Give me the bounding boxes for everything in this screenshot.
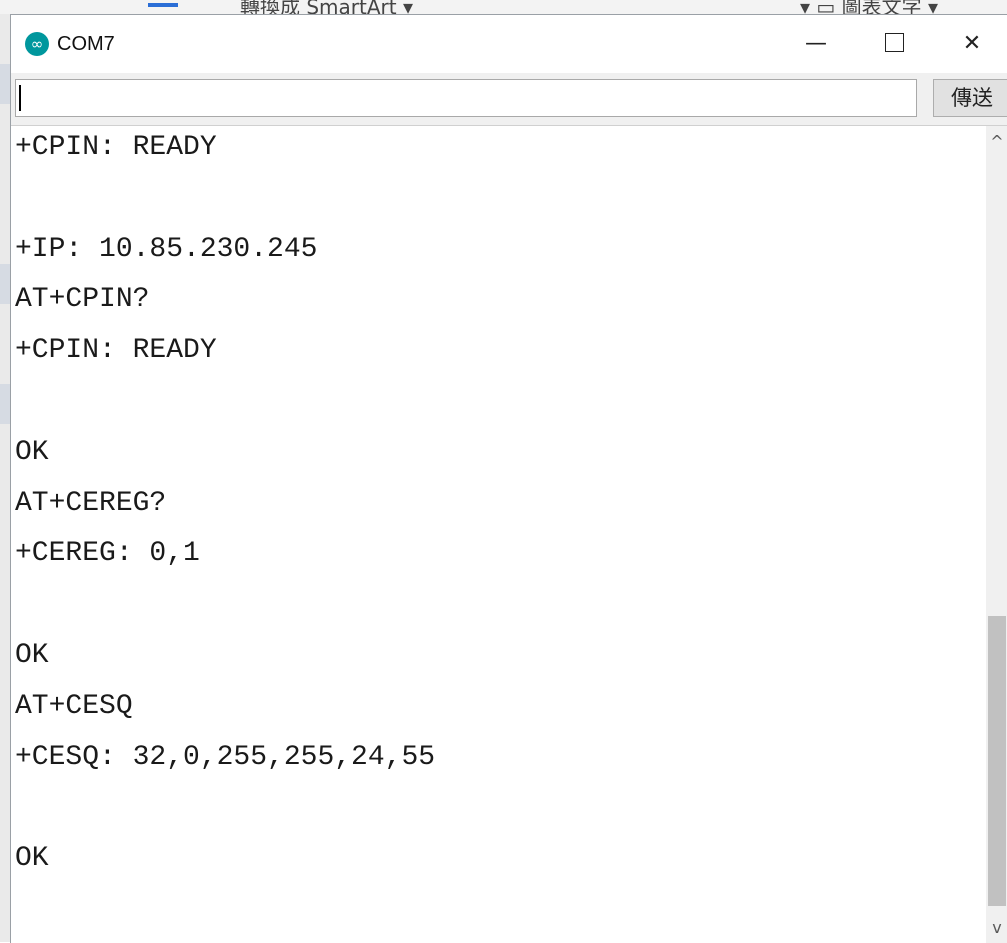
maximize-button[interactable] (855, 15, 933, 73)
minimize-button[interactable]: — (777, 15, 855, 73)
edge-stripe (0, 384, 10, 424)
title-bar[interactable]: ∞ COM7 — ✕ (11, 15, 1007, 73)
ribbon-smartart-label: 轉換成 SmartArt ▾ (240, 0, 413, 14)
output-line: AT+CPIN? (15, 284, 150, 316)
send-bar: 傳送 (11, 73, 1007, 126)
ribbon-selection-indicator (148, 3, 178, 7)
output-line: +CPIN: READY (15, 335, 217, 367)
vertical-scrollbar[interactable]: ^ v (986, 126, 1007, 943)
output-line: OK (15, 436, 49, 468)
serial-monitor-window: ∞ COM7 — ✕ 傳送 +CPIN: READY +IP: 10.85.230… (10, 14, 1007, 943)
close-button[interactable]: ✕ (933, 15, 1007, 73)
edge-stripe (0, 264, 10, 304)
output-line: OK (15, 843, 49, 875)
ribbon-chart-text-label: ▾ ▭ 圖表文字 ▾ (800, 0, 939, 14)
scrollbar-thumb[interactable] (988, 616, 1006, 906)
send-input[interactable] (15, 79, 917, 117)
output-line: +CPIN: READY (15, 132, 217, 163)
output-line: AT+CEREG? (15, 487, 167, 519)
maximize-icon (884, 32, 904, 52)
scroll-down-icon[interactable]: v (986, 916, 1007, 940)
serial-output[interactable]: +CPIN: READY +IP: 10.85.230.245 AT+CPIN? +C… (11, 126, 986, 943)
edge-stripe (0, 64, 10, 104)
background-app-ribbon: 轉換成 SmartArt ▾ ▾ ▭ 圖表文字 ▾ (0, 0, 1007, 14)
arduino-icon: ∞ (25, 32, 49, 56)
output-line: +CEREG: 0,1 (15, 538, 200, 570)
output-line: AT+CESQ (15, 690, 133, 722)
output-line: +CESQ: 32,0,255,255,24,55 (15, 741, 436, 773)
window-title: COM7 (57, 33, 115, 55)
output-line: +IP: 10.85.230.245 (15, 233, 318, 265)
send-button[interactable]: 傳送 (933, 79, 1007, 117)
text-caret (19, 85, 21, 111)
output-line: OK (15, 640, 49, 671)
scroll-up-icon[interactable]: ^ (986, 130, 1007, 154)
